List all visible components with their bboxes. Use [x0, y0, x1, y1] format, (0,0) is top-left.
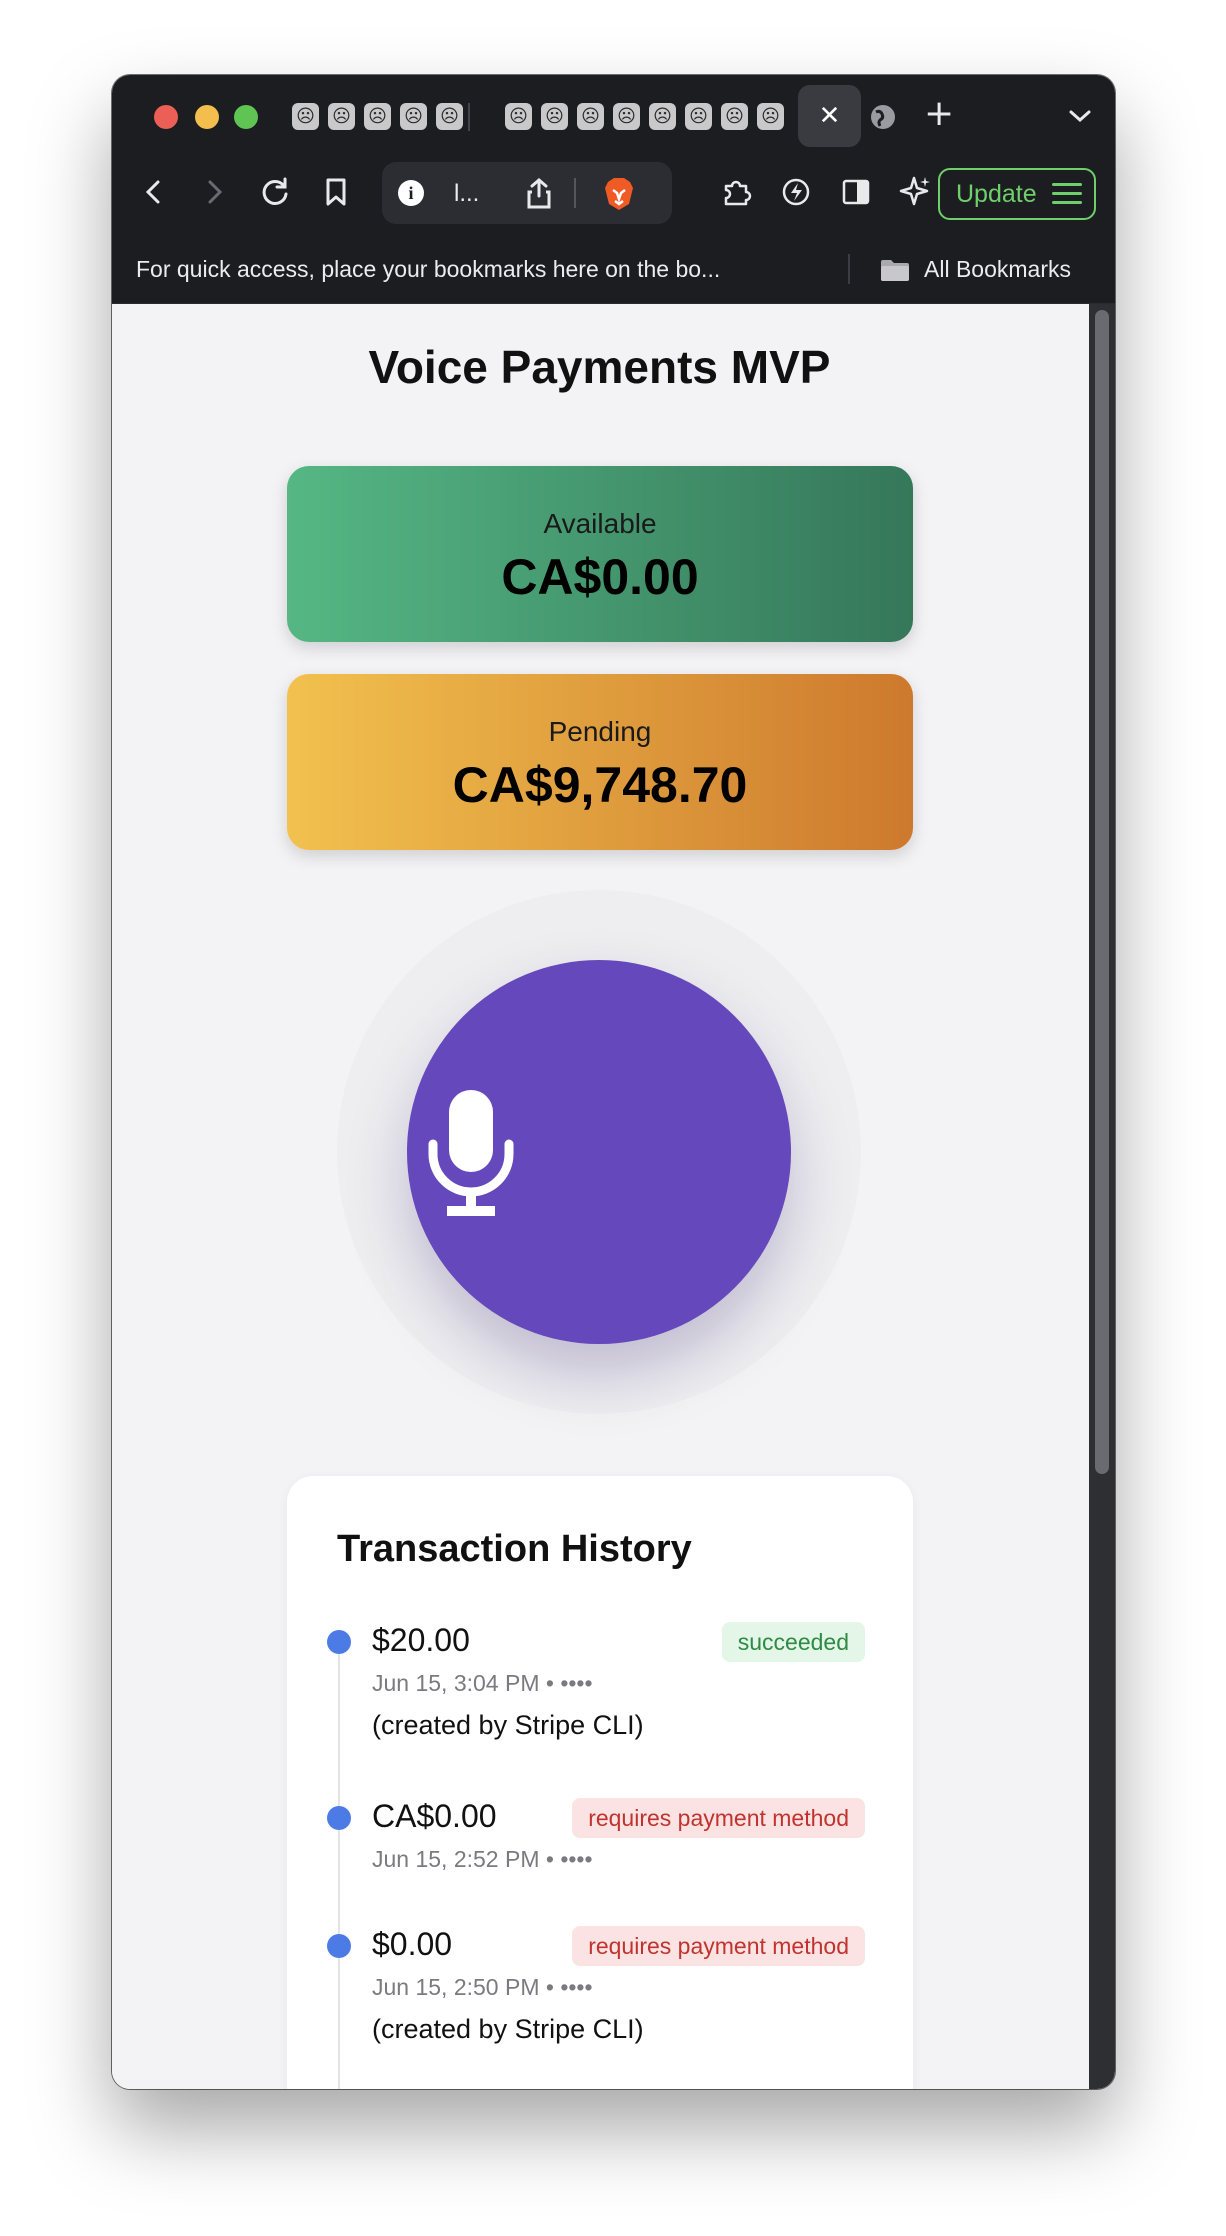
- extensions-icon[interactable]: [716, 172, 756, 212]
- tab-favicon[interactable]: ☹: [649, 103, 676, 130]
- available-value: CA$0.00: [501, 549, 699, 605]
- browser-window: ☹ ☹ ☹ ☹ ☹ ☹ ☹ ☹ ☹ ☹ ☹ ☹ ☹ ✕ + i l... Upd…: [112, 75, 1115, 2089]
- address-bar[interactable]: i l...: [382, 162, 672, 224]
- ai-sparkle-icon[interactable]: [896, 172, 936, 212]
- tab-favicon[interactable]: ☹: [541, 103, 568, 130]
- tab-favicon[interactable]: ☹: [292, 103, 319, 130]
- tab-favicon[interactable]: ☹: [436, 103, 463, 130]
- transaction-amount: CA$0.00: [372, 1798, 497, 1834]
- transaction-meta: Jun 15, 3:04 PM • ••••: [372, 1670, 593, 1696]
- page-title: Voice Payments MVP: [368, 341, 831, 393]
- minimize-window-button[interactable]: [195, 105, 219, 129]
- toolbar: i l... Update: [112, 156, 1115, 236]
- transaction-meta: Jun 15, 2:52 PM • ••••: [372, 1846, 593, 1872]
- transaction-description: (created by Stripe CLI): [372, 1710, 644, 1740]
- brave-lion-icon[interactable]: [602, 176, 636, 212]
- scrollbar-thumb[interactable]: [1095, 310, 1109, 1474]
- timeline-dot: [327, 1630, 351, 1654]
- history-title: Transaction History: [337, 1528, 692, 1570]
- sidebar-icon[interactable]: [836, 172, 876, 212]
- tab-favicon[interactable]: ☹: [721, 103, 748, 130]
- tabs-group-2: ☹ ☹ ☹ ☹ ☹ ☹ ☹ ☹: [505, 103, 784, 130]
- transaction-amount: $20.00: [372, 1622, 470, 1658]
- menu-icon: [1052, 183, 1082, 210]
- microphone-icon: [428, 1090, 514, 1216]
- status-badge: requires payment method: [572, 1798, 865, 1838]
- bookmarks-bar: For quick access, place your bookmarks h…: [112, 236, 1115, 304]
- bookmark-icon[interactable]: [316, 172, 356, 212]
- pinned-tabs-group-1: ☹ ☹ ☹ ☹ ☹: [292, 103, 463, 130]
- voice-record-button[interactable]: [407, 960, 791, 1344]
- transaction-meta: Jun 15, 2:50 PM • ••••: [372, 1974, 593, 2000]
- scrollbar[interactable]: [1089, 304, 1115, 2089]
- forward-icon[interactable]: [194, 172, 234, 212]
- transaction-description: (created by Stripe CLI): [372, 2014, 644, 2044]
- zoom-window-button[interactable]: [234, 105, 258, 129]
- new-tab-button[interactable]: +: [924, 93, 954, 134]
- tab-favicon[interactable]: ☹: [328, 103, 355, 130]
- info-icon[interactable]: i: [398, 180, 424, 206]
- timeline-dot: [327, 1806, 351, 1830]
- tab-favicon[interactable]: ☹: [685, 103, 712, 130]
- timeline-line: [338, 1636, 340, 2089]
- update-label: Update: [956, 179, 1037, 208]
- tab-favicon[interactable]: ☹: [400, 103, 427, 130]
- pending-label: Pending: [548, 716, 652, 747]
- reload-icon[interactable]: [255, 172, 295, 212]
- bookmarks-hint: For quick access, place your bookmarks h…: [136, 256, 721, 282]
- tab-bar: ☹ ☹ ☹ ☹ ☹ ☹ ☹ ☹ ☹ ☹ ☹ ☹ ☹ ✕ +: [112, 75, 1115, 156]
- leo-icon[interactable]: [776, 172, 816, 212]
- folder-icon[interactable]: [880, 258, 910, 282]
- transaction-history-card: Transaction History $20.00 succeeded Jun…: [287, 1476, 913, 2089]
- tab-favicon[interactable]: ☹: [577, 103, 604, 130]
- all-bookmarks-button[interactable]: All Bookmarks: [924, 256, 1071, 283]
- tab-favicon[interactable]: ☹: [613, 103, 640, 130]
- available-label: Available: [543, 508, 657, 539]
- share-icon[interactable]: [524, 176, 554, 210]
- transaction-amount: $0.00: [372, 1926, 453, 1962]
- tab-separator: [468, 103, 470, 131]
- update-button[interactable]: Update: [938, 168, 1096, 220]
- back-icon[interactable]: [134, 172, 174, 212]
- available-balance-card: Available CA$0.00: [287, 466, 913, 642]
- tab-favicon[interactable]: ☹: [364, 103, 391, 130]
- globe-icon[interactable]: [868, 102, 898, 132]
- close-window-button[interactable]: [154, 105, 178, 129]
- pending-balance-card: Pending CA$9,748.70: [287, 674, 913, 850]
- bookmarks-separator: [848, 254, 850, 284]
- close-tab-icon[interactable]: ✕: [819, 101, 841, 131]
- address-bar-divider: [574, 178, 576, 208]
- page-content: Voice Payments MVP Available CA$0.00 Pen…: [112, 304, 1115, 2089]
- tabs-menu-chevron-icon[interactable]: [1068, 108, 1092, 124]
- url-text[interactable]: l...: [454, 180, 479, 208]
- tab-favicon[interactable]: ☹: [757, 103, 784, 130]
- pending-value: CA$9,748.70: [452, 757, 748, 813]
- tab-favicon[interactable]: ☹: [505, 103, 532, 130]
- timeline-dot: [327, 1934, 351, 1958]
- active-tab[interactable]: ✕: [798, 85, 861, 147]
- status-badge: succeeded: [721, 1622, 865, 1662]
- status-badge: requires payment method: [572, 1926, 865, 1966]
